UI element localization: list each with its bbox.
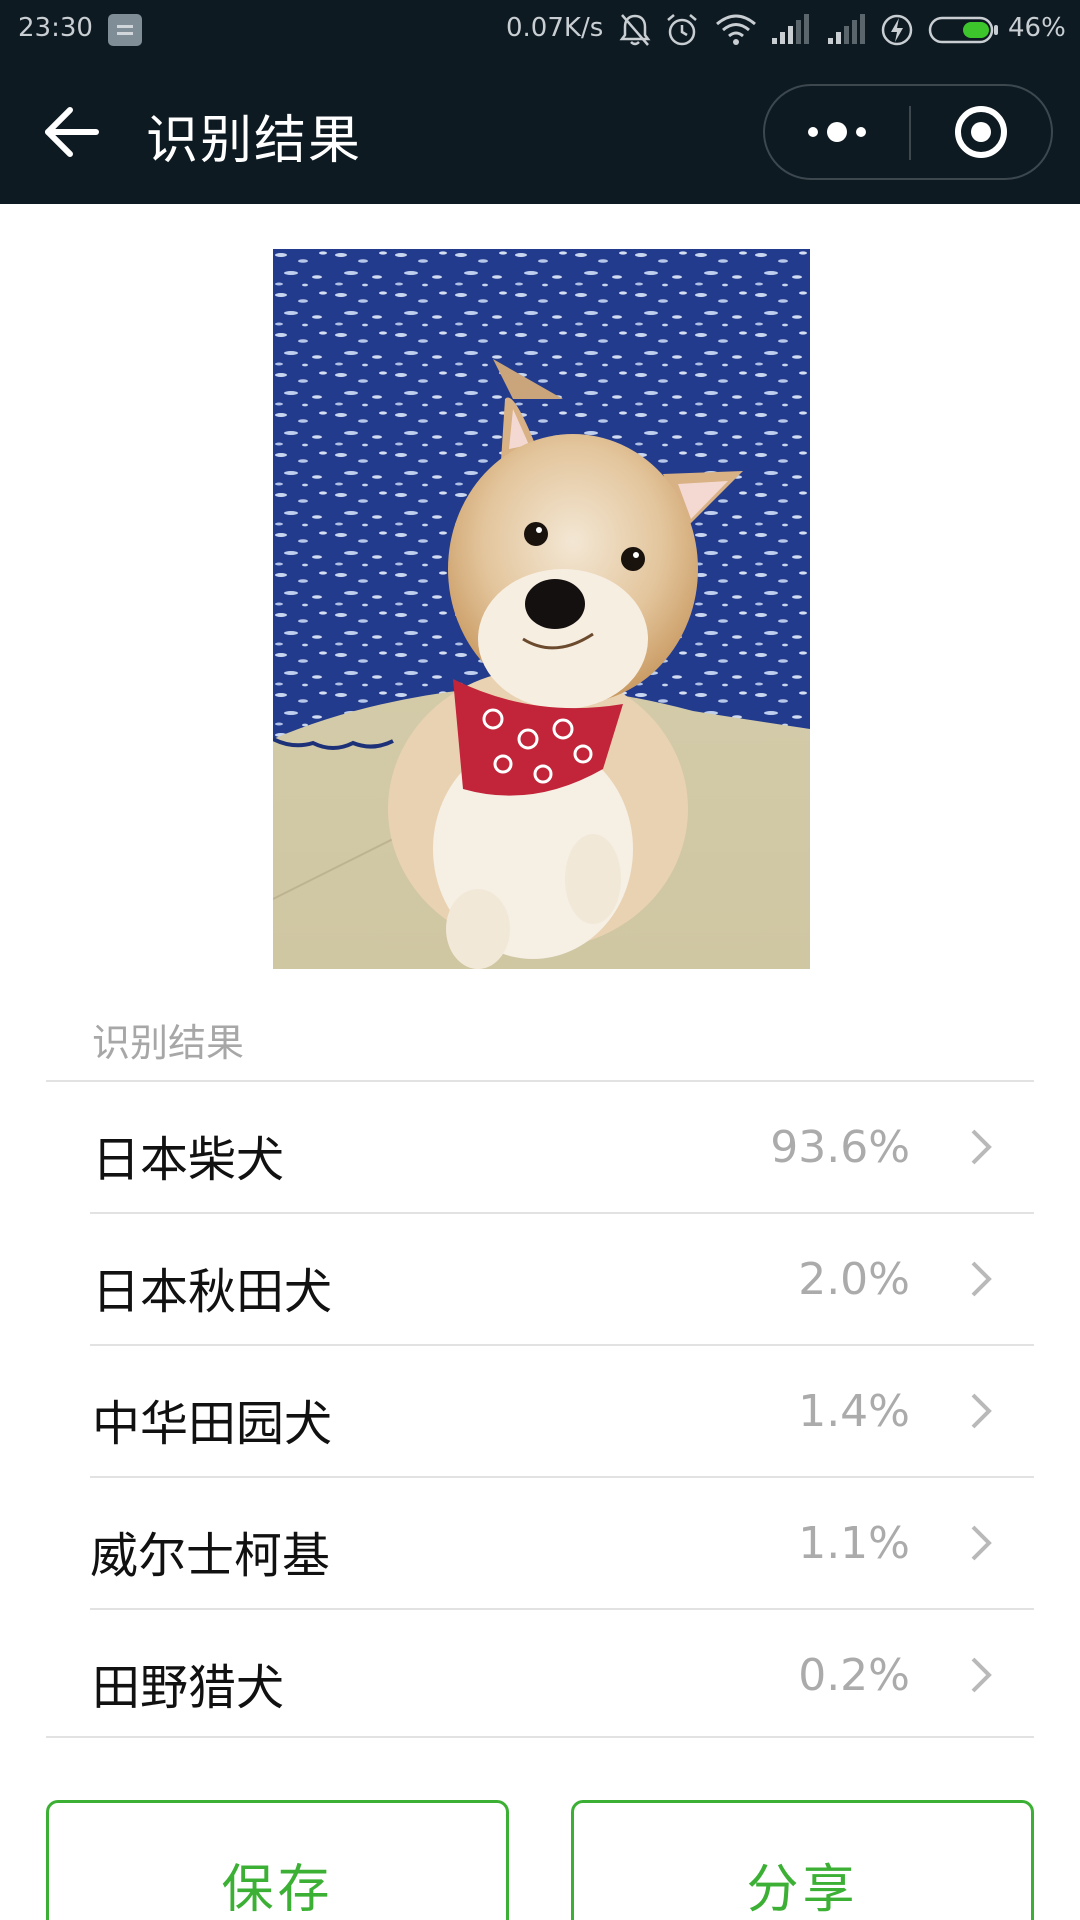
- more-button[interactable]: [765, 86, 909, 178]
- save-button[interactable]: 保存: [46, 1800, 509, 1920]
- bell-muted-icon: [619, 14, 651, 46]
- results-section-label: 识别结果: [92, 1021, 245, 1065]
- result-row[interactable]: 日本秋田犬 2.0%: [46, 1214, 1034, 1344]
- mini-program-capsule: [763, 84, 1053, 180]
- divider: [46, 1736, 1034, 1738]
- result-percent: 93.6%: [770, 1122, 910, 1173]
- signal-icon-2: [828, 14, 865, 44]
- charging-icon: [881, 14, 913, 46]
- chevron-right-icon: [971, 1261, 992, 1297]
- result-row[interactable]: 日本柴犬 93.6%: [46, 1082, 1034, 1212]
- more-dots-icon: [808, 122, 866, 142]
- nav-bar: 识别结果: [0, 60, 1080, 204]
- network-speed: 0.07K/s: [506, 13, 604, 43]
- page-title: 识别结果: [146, 111, 363, 171]
- back-arrow-icon: [45, 107, 99, 157]
- result-row[interactable]: 威尔士柯基 1.1%: [46, 1478, 1034, 1608]
- result-name: 田野猎犬: [92, 1660, 285, 1716]
- close-button[interactable]: [911, 86, 1055, 178]
- status-time: 23:30: [18, 13, 93, 43]
- chevron-right-icon: [971, 1525, 992, 1561]
- result-percent: 0.2%: [798, 1650, 910, 1701]
- alarm-icon: [667, 14, 697, 46]
- result-percent: 2.0%: [798, 1254, 910, 1305]
- battery-percent: 46%: [1008, 13, 1066, 43]
- chevron-right-icon: [971, 1129, 992, 1165]
- wifi-icon: [716, 14, 756, 45]
- back-button[interactable]: [40, 100, 104, 164]
- result-name: 日本柴犬: [92, 1132, 285, 1188]
- share-button[interactable]: 分享: [571, 1800, 1034, 1920]
- result-percent: 1.4%: [798, 1386, 910, 1437]
- target-circle-icon: [955, 106, 1007, 158]
- result-percent: 1.1%: [798, 1518, 910, 1569]
- result-row[interactable]: 田野猎犬 0.2%: [46, 1610, 1034, 1740]
- notification-icon: [108, 14, 142, 46]
- status-bar: 23:30 0.07K/s 46%: [0, 0, 1080, 60]
- chevron-right-icon: [971, 1657, 992, 1693]
- battery-icon: [928, 16, 998, 44]
- signal-icon: [772, 14, 809, 44]
- save-button-label: 保存: [221, 1860, 334, 1920]
- dog-photo: [273, 249, 810, 969]
- result-row[interactable]: 中华田园犬 1.4%: [46, 1346, 1034, 1476]
- result-name: 中华田园犬: [92, 1396, 333, 1452]
- chevron-right-icon: [971, 1393, 992, 1429]
- result-name: 威尔士柯基: [90, 1528, 331, 1584]
- share-button-label: 分享: [746, 1860, 859, 1920]
- result-name: 日本秋田犬: [92, 1264, 333, 1320]
